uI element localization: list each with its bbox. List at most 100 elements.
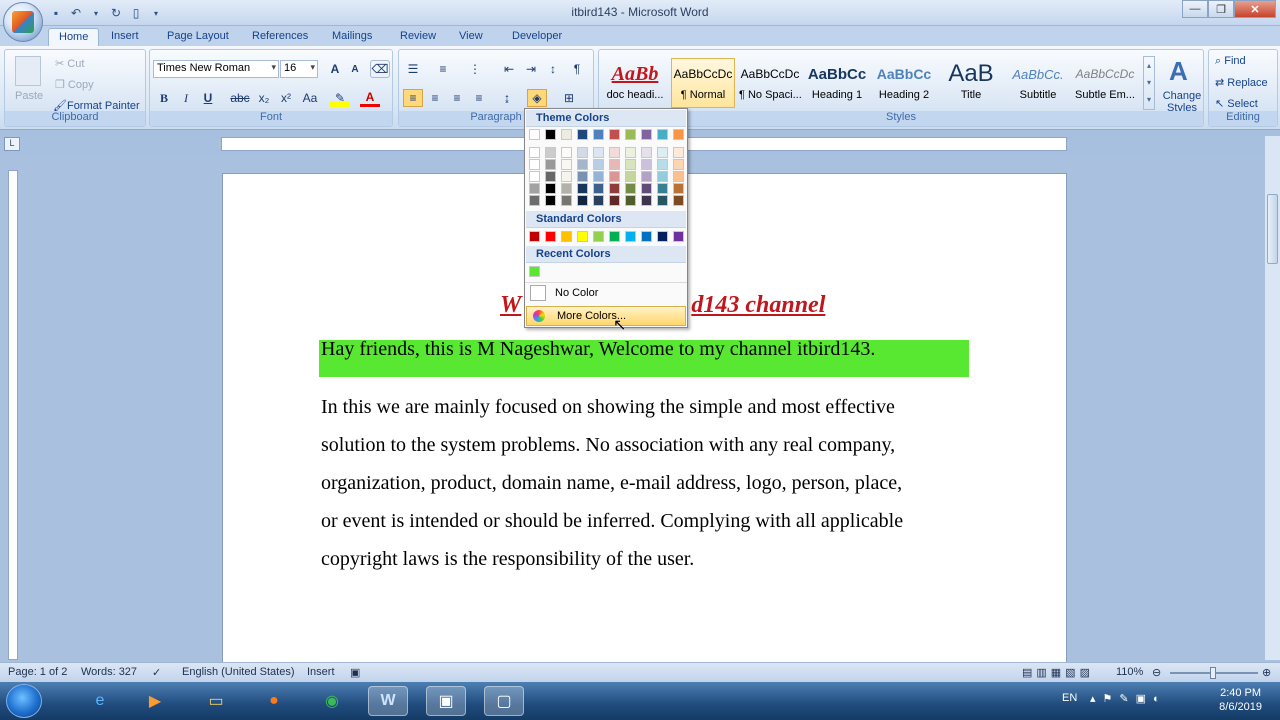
theme-color-swatch[interactable] (529, 183, 540, 194)
tab-home[interactable]: Home (48, 28, 100, 46)
style-subtitle[interactable]: AaBbCc. Subtitle (1006, 58, 1070, 108)
theme-color-swatch[interactable] (641, 159, 652, 170)
theme-color-swatch[interactable] (561, 147, 572, 158)
underline-button[interactable]: U (198, 89, 218, 107)
find-button[interactable]: ⌕ Find (1215, 55, 1246, 68)
theme-color-swatch[interactable] (577, 183, 588, 194)
theme-color-swatch[interactable] (609, 129, 620, 140)
chrome-icon[interactable]: ◉ (312, 686, 352, 716)
theme-color-swatch[interactable] (545, 183, 556, 194)
theme-color-swatch[interactable] (673, 129, 684, 140)
style-subtle-emphasis[interactable]: AaBbCcDc Subtle Em... (1073, 58, 1137, 108)
multilevel-list-icon[interactable]: ⋮ (465, 60, 485, 78)
superscript-icon[interactable]: x² (276, 89, 296, 107)
theme-color-swatch[interactable] (577, 159, 588, 170)
bold-button[interactable]: B (154, 89, 174, 107)
line-spacing-icon[interactable]: ↨ (497, 89, 517, 107)
styles-scroll[interactable]: ▴ ▾ ▾ (1143, 56, 1155, 110)
increase-indent-icon[interactable]: ⇥ (521, 60, 541, 78)
cut-button[interactable]: ✂ Cut (55, 57, 84, 70)
justify-icon[interactable]: ≡ (469, 89, 489, 107)
recorder-window-icon[interactable]: ▢ (484, 686, 524, 716)
sort-icon[interactable]: ↕ (543, 60, 563, 78)
standard-color-swatch[interactable] (577, 231, 588, 242)
standard-color-swatch[interactable] (641, 231, 652, 242)
theme-color-swatch[interactable] (593, 171, 604, 182)
office-button[interactable] (3, 2, 43, 42)
theme-color-swatch[interactable] (673, 171, 684, 182)
borders-icon[interactable]: ⊞ (559, 89, 579, 107)
theme-color-swatch[interactable] (593, 147, 604, 158)
theme-color-swatch[interactable] (657, 147, 668, 158)
theme-color-swatch[interactable] (673, 147, 684, 158)
style-normal[interactable]: AaBbCcDc ¶ Normal (671, 58, 735, 108)
theme-color-swatch[interactable] (593, 129, 604, 140)
tab-selector-icon[interactable]: L (4, 137, 20, 151)
theme-color-swatch[interactable] (529, 159, 540, 170)
change-styles-icon[interactable]: A (1169, 56, 1188, 87)
standard-color-swatch[interactable] (625, 231, 636, 242)
more-colors-item[interactable]: More Colors... (526, 306, 686, 326)
standard-color-swatch[interactable] (529, 231, 540, 242)
strikethrough-icon[interactable]: abc (230, 89, 250, 107)
theme-color-swatch[interactable] (657, 183, 668, 194)
theme-color-swatch[interactable] (625, 183, 636, 194)
theme-color-swatch[interactable] (625, 129, 636, 140)
theme-color-swatch[interactable] (657, 159, 668, 170)
system-clock[interactable]: 2:40 PM 8/6/2019 (1219, 686, 1262, 714)
standard-color-swatch[interactable] (673, 231, 684, 242)
theme-color-swatch[interactable] (593, 183, 604, 194)
theme-color-swatch[interactable] (641, 171, 652, 182)
theme-color-swatch[interactable] (545, 159, 556, 170)
app-window-icon[interactable]: ▣ (426, 686, 466, 716)
theme-color-swatch[interactable] (529, 171, 540, 182)
standard-color-swatch[interactable] (593, 231, 604, 242)
theme-color-swatch[interactable] (561, 159, 572, 170)
theme-color-swatch[interactable] (609, 159, 620, 170)
bullets-icon[interactable]: ☰ (403, 60, 423, 78)
theme-color-swatch[interactable] (529, 147, 540, 158)
tab-insert[interactable]: Insert (101, 28, 149, 46)
body-line[interactable]: In this we are mainly focused on showing… (321, 396, 895, 419)
vertical-scrollbar[interactable] (1264, 136, 1280, 660)
language-indicator[interactable]: English (United States) (182, 666, 295, 678)
theme-color-swatch[interactable] (625, 195, 636, 206)
theme-color-swatch[interactable] (561, 129, 572, 140)
body-line[interactable]: or event is intended or should be inferr… (321, 510, 903, 533)
theme-color-swatch[interactable] (641, 195, 652, 206)
change-case-icon[interactable]: Aa (300, 89, 320, 107)
shading-icon[interactable]: ◈ (527, 89, 547, 107)
word-taskbar-icon[interactable]: W (368, 686, 408, 716)
view-buttons[interactable]: ▤▥▦▧▨ (1022, 666, 1094, 679)
tab-review[interactable]: Review (390, 28, 446, 46)
theme-color-swatch[interactable] (593, 195, 604, 206)
theme-color-swatch[interactable] (577, 195, 588, 206)
style-no-spacing[interactable]: AaBbCcDc ¶ No Spaci... (738, 58, 802, 108)
theme-color-swatch[interactable] (609, 195, 620, 206)
copy-button[interactable]: ❐ Copy (55, 78, 94, 91)
theme-color-swatch[interactable] (609, 147, 620, 158)
theme-color-swatch[interactable] (609, 171, 620, 182)
standard-color-swatch[interactable] (609, 231, 620, 242)
paste-icon[interactable] (15, 56, 41, 86)
input-language[interactable]: EN (1062, 692, 1077, 704)
theme-color-swatch[interactable] (657, 129, 668, 140)
select-button[interactable]: ↖ Select (1215, 97, 1258, 110)
folder-icon[interactable]: ▭ (196, 686, 236, 716)
style-title[interactable]: AaB Title (939, 58, 1003, 108)
clear-formatting-icon[interactable]: ⌫ (370, 60, 390, 78)
numbering-icon[interactable]: ≡ (433, 60, 453, 78)
grow-font-icon[interactable]: A (325, 60, 345, 78)
spelling-icon[interactable]: ✓ (152, 666, 161, 679)
tab-references[interactable]: References (242, 28, 318, 46)
style-doc-heading[interactable]: AaBb doc headi... (603, 58, 667, 108)
zoom-level[interactable]: 110% (1116, 666, 1143, 678)
tab-developer[interactable]: Developer (502, 28, 572, 46)
theme-color-swatch[interactable] (529, 129, 540, 140)
highlighted-paragraph[interactable]: Hay friends, this is M Nageshwar, Welcom… (321, 338, 875, 361)
close-button[interactable]: ✕ (1234, 0, 1276, 18)
theme-color-swatch[interactable] (545, 147, 556, 158)
theme-color-swatch[interactable] (545, 195, 556, 206)
theme-color-swatch[interactable] (625, 171, 636, 182)
theme-color-swatch[interactable] (641, 147, 652, 158)
